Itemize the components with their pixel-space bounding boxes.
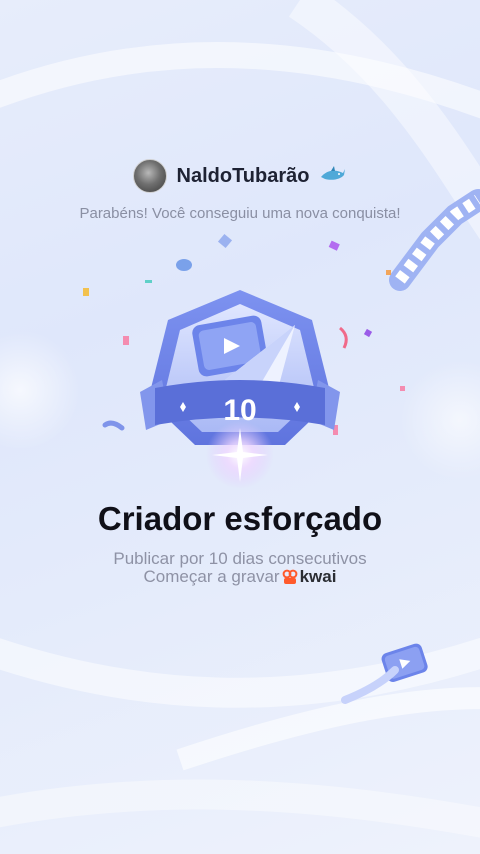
username: NaldoTubarão xyxy=(176,164,310,187)
start-recording-label: Começar a gravar xyxy=(143,567,280,586)
kwai-logo: kwai xyxy=(282,567,337,587)
achievement-badge: 10 xyxy=(140,290,340,489)
kwai-icon xyxy=(282,569,297,584)
achievement-description: Publicar por 10 dias consecutivos xyxy=(113,549,367,568)
shark-icon xyxy=(321,166,346,180)
kwai-wordmark: kwai xyxy=(299,567,337,586)
congrats-message: Parabéns! Você conseguiu uma nova conqui… xyxy=(79,205,401,222)
user-header: NaldoTubarão xyxy=(0,157,480,195)
achievement-title: Criador esforçado xyxy=(97,500,383,537)
user-avatar[interactable] xyxy=(132,159,167,193)
start-recording-link[interactable]: Começar a gravar kwai xyxy=(0,567,480,587)
